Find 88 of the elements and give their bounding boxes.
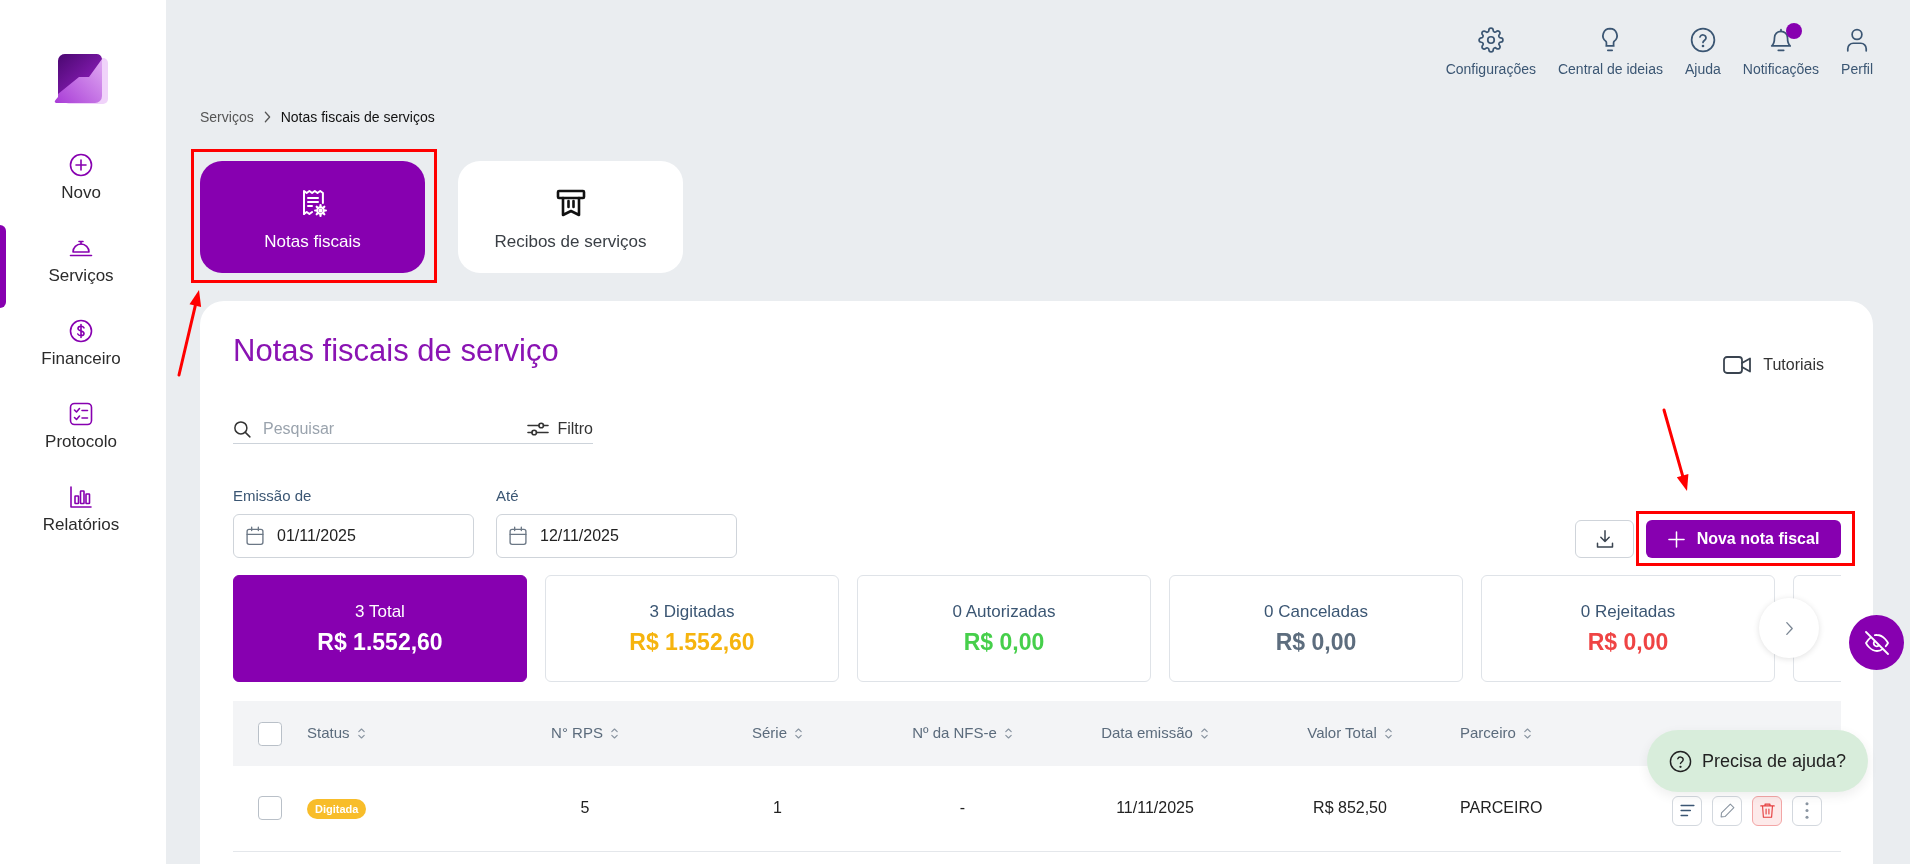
table-cell: 5: [470, 766, 700, 851]
stat-value: R$ 1.552,60: [317, 627, 443, 657]
tab[interactable]: Recibos de serviços: [458, 161, 683, 273]
column-header[interactable]: Série: [752, 722, 803, 745]
eye-slash-icon: [1864, 630, 1889, 655]
stat-card[interactable]: 0 Rejeitadas R$ 0,00: [1481, 575, 1775, 682]
receipt-printer-icon: [554, 187, 587, 219]
stat-card[interactable]: 0 Canceladas R$ 0,00: [1169, 575, 1463, 682]
table-cell: 1: [700, 766, 855, 851]
stat-card[interactable]: 3 Digitadas R$ 1.552,60: [545, 575, 839, 682]
column-header[interactable]: Nº da NFS-e: [912, 722, 1013, 745]
calendar-icon: [508, 526, 528, 546]
help-button[interactable]: Precisa de ajuda?: [1646, 730, 1868, 792]
stat-card[interactable]: 0 Autorizadas R$ 0,00: [857, 575, 1151, 682]
stat-label: 3 Digitadas: [649, 600, 735, 623]
calendar-icon: [245, 526, 265, 546]
more-button[interactable]: [1792, 795, 1822, 826]
field-label: Emissão de: [233, 486, 313, 506]
stat-value: R$ 0,00: [1275, 627, 1357, 657]
stat-label: 0 Canceladas: [1264, 600, 1368, 623]
column-header[interactable]: Valor Total: [1307, 722, 1393, 745]
sidebar-item[interactable]: Novo: [0, 142, 166, 225]
chevron-right-icon: [1784, 620, 1794, 636]
chevron-right-icon: [263, 111, 271, 123]
date-field[interactable]: 01/11/2025: [233, 514, 474, 558]
video-camera-icon: [1723, 355, 1752, 375]
field-label: Até: [496, 486, 520, 506]
status-badge: Digitada: [307, 799, 367, 820]
sort-icon: [794, 727, 803, 740]
tutorials-link[interactable]: Tutoriais: [1723, 353, 1824, 377]
toolbar-button[interactable]: Configurações: [1445, 27, 1536, 78]
stat-value: R$ 1.552,60: [629, 627, 755, 657]
search-field[interactable]: Pesquisar Filtro: [233, 414, 593, 444]
column-header[interactable]: N° RPS: [551, 722, 619, 745]
stat-card[interactable]: 3 Total R$ 1.552,60: [233, 575, 527, 682]
date-field[interactable]: 12/11/2025: [496, 514, 737, 558]
gear-icon: [1477, 27, 1504, 53]
table-cell: R$ 852,50: [1240, 766, 1460, 851]
plus-icon: [1667, 530, 1685, 548]
toolbar-button[interactable]: Perfil: [1841, 27, 1873, 78]
select-all-checkbox[interactable]: [258, 721, 282, 746]
sort-icon: [1003, 727, 1013, 740]
help-icon: [1689, 27, 1716, 53]
tab[interactable]: Notas fiscais: [200, 161, 425, 273]
new-invoice-button[interactable]: Nova nota fiscal: [1646, 520, 1841, 558]
plus-circle-icon: [69, 153, 93, 177]
sidebar-item[interactable]: Serviços: [0, 225, 166, 308]
toolbar-button[interactable]: Notificações: [1742, 27, 1820, 78]
help-icon: [1668, 749, 1692, 773]
filter-button[interactable]: Filtro: [527, 416, 593, 441]
stat-value: R$ 0,00: [1587, 627, 1669, 657]
edit-button[interactable]: [1712, 795, 1742, 826]
delete-button[interactable]: [1752, 795, 1782, 826]
table-cell: -: [855, 766, 1070, 851]
search-icon: [233, 419, 251, 438]
sort-icon: [609, 727, 619, 740]
sidebar-item[interactable]: Financeiro: [0, 308, 166, 391]
column-header[interactable]: Data emissão: [1101, 722, 1209, 745]
toolbar-button[interactable]: Ajuda: [1685, 27, 1721, 78]
column-header[interactable]: Parceiro: [1460, 722, 1532, 745]
sort-icon: [1383, 727, 1393, 740]
stat-label: 3 Total: [355, 600, 405, 623]
trash-icon: [1758, 802, 1776, 820]
dollar-circle-icon: [69, 319, 93, 343]
row-checkbox[interactable]: [258, 796, 282, 821]
table-cell: 11/11/2025: [1070, 766, 1240, 851]
sidebar-item[interactable]: Protocolo: [0, 391, 166, 474]
bar-chart-icon: [69, 485, 93, 509]
stat-label: 0 Rejeitadas: [1580, 600, 1676, 623]
sort-icon: [1522, 727, 1532, 740]
page-title: Notas fiscais de serviço: [233, 332, 559, 370]
toolbar-button[interactable]: Central de ideias: [1557, 27, 1663, 78]
kebab-icon: [1805, 802, 1809, 820]
logo: [54, 54, 108, 104]
breadcrumb-link[interactable]: Serviços: [200, 106, 254, 128]
download-icon: [1594, 529, 1615, 549]
breadcrumb-current: Notas fiscais de serviços: [280, 107, 435, 127]
sort-icon: [356, 727, 366, 740]
sort-icon: [1199, 727, 1209, 740]
stat-label: 0 Autorizadas: [952, 600, 1056, 623]
column-header[interactable]: Status: [307, 722, 366, 745]
checklist-icon: [69, 402, 93, 426]
sidebar-item[interactable]: Relatórios: [0, 474, 166, 557]
stat-value: R$ 0,00: [963, 627, 1045, 657]
details-button[interactable]: [1672, 795, 1702, 826]
pencil-icon: [1718, 802, 1736, 820]
download-button[interactable]: [1575, 520, 1634, 558]
sliders-icon: [527, 420, 550, 437]
